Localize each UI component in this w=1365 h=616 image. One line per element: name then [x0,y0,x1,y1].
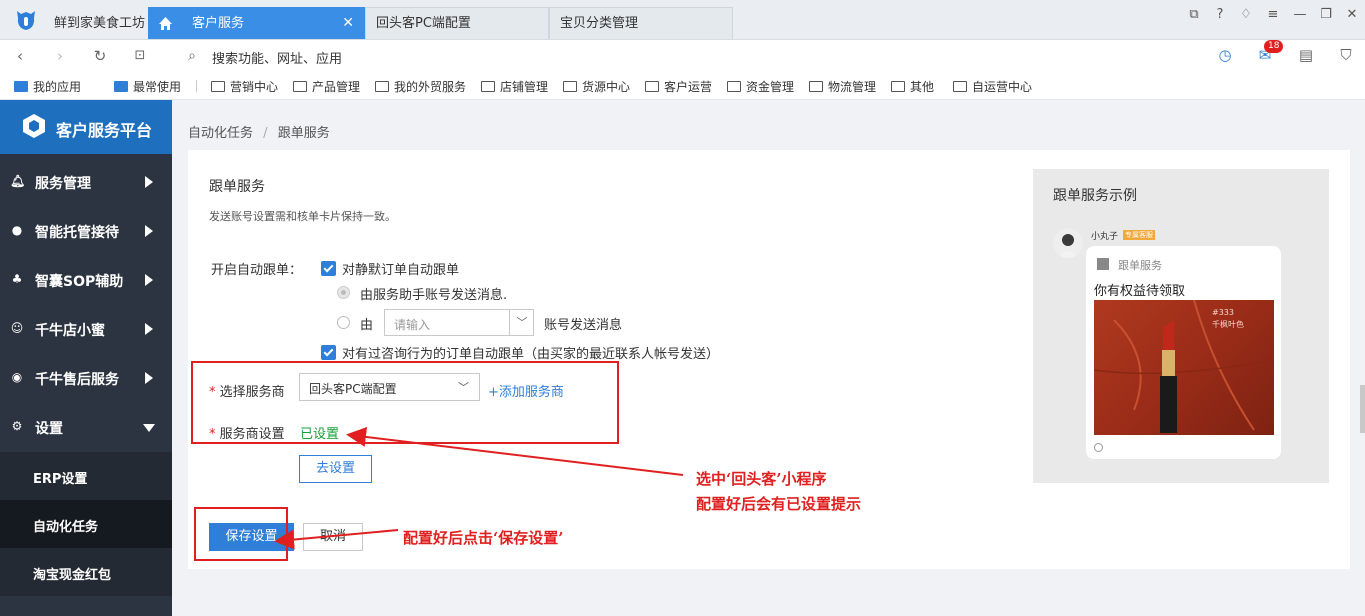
sender-tag: 专属客服 [1123,230,1155,240]
image-caption-2: 千枫叶色 [1212,320,1244,329]
product-image: #333 千枫叶色 [1094,300,1274,435]
card-icon [1097,258,1109,270]
annotation-note-save: 配置好后点击‘保存设置’ [403,529,564,547]
annotation-note-provider-1: 选中‘回头客’小程序 [696,470,827,488]
status-dot-icon [1094,443,1103,452]
example-title: 跟单服务示例 [1053,188,1137,204]
sender-name: 小丸子 [1091,232,1119,242]
image-caption-1: #333 [1212,308,1234,317]
avatar [1053,228,1083,258]
annotation-note-provider-2: 配置好后会有已设置提示 [696,495,862,513]
card-label: 跟单服务 [1118,259,1162,272]
card-title: 你有权益待领取 [1094,284,1186,299]
scrollbar[interactable] [1360,385,1365,433]
